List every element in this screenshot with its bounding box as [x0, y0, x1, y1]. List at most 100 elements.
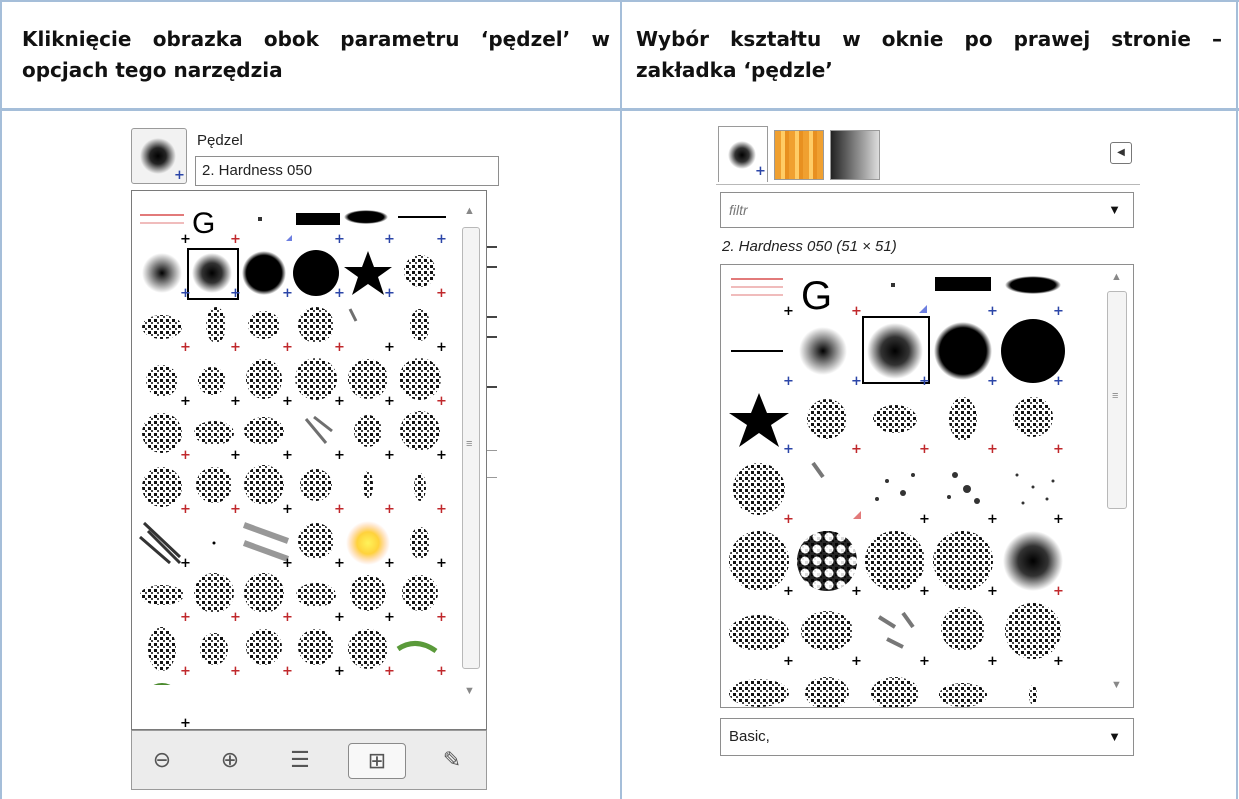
plus-icon: +: [282, 286, 293, 301]
plus-icon: +: [180, 286, 191, 301]
plus-icon: +: [180, 610, 191, 625]
brush-markers: + + + + + + + + + + + + + + + + + + + + …: [136, 205, 456, 730]
header-right: Wybór kształtu w oknie po prawej stronie…: [636, 27, 1222, 82]
underlying-window-edge: [487, 190, 499, 730]
plus-icon: +: [180, 502, 191, 517]
plus-icon: +: [180, 394, 191, 409]
table-center-border: [620, 0, 622, 799]
scrollbar-thumb[interactable]: ≡: [1107, 291, 1127, 509]
filter-placeholder: filtr: [729, 202, 748, 218]
plus-icon: +: [334, 394, 345, 409]
plus-icon: +: [1053, 584, 1064, 599]
plus-icon: +: [180, 448, 191, 463]
plus-icon: +: [180, 556, 191, 571]
right-screenshot: + ◀ filtr ▼ 2. Hardness 050 (51 × 51) G: [716, 126, 1140, 766]
dock-tab-bar: + ◀: [716, 126, 1140, 185]
plus-icon: +: [783, 512, 794, 527]
plus-icon: +: [1053, 442, 1064, 457]
plus-icon: +: [282, 502, 293, 517]
brushes-scrollbar[interactable]: ▲ ≡ ▼: [1103, 269, 1129, 703]
brush-name-field[interactable]: 2. Hardness 050: [195, 156, 499, 186]
brush-popup-scrollbar[interactable]: ▲ ≡ ▼: [458, 201, 482, 701]
dock-menu-icon[interactable]: ◀: [1110, 142, 1132, 164]
plus-icon: +: [282, 394, 293, 409]
zoom-in-icon[interactable]: ⊕: [210, 743, 250, 777]
plus-icon: +: [1053, 512, 1064, 527]
zoom-out-icon[interactable]: ⊖: [142, 743, 182, 777]
plus-icon: +: [436, 232, 447, 247]
plus-icon: +: [436, 394, 447, 409]
plus-icon: +: [334, 448, 345, 463]
brushes-tab[interactable]: +: [718, 126, 768, 182]
plus-icon: +: [436, 502, 447, 517]
plus-icon: +: [282, 448, 293, 463]
plus-icon: +: [230, 286, 241, 301]
brush-thumbnail-button[interactable]: +: [131, 128, 187, 184]
plus-icon: +: [919, 584, 930, 599]
plus-icon: +: [230, 394, 241, 409]
list-view-icon[interactable]: ☰: [280, 743, 320, 777]
plus-icon: +: [436, 610, 447, 625]
plus-icon: +: [230, 340, 241, 355]
brush-markers: + + + + + + + + + + + + + + + + + + + + …: [727, 267, 1097, 707]
patterns-tab[interactable]: [774, 130, 824, 180]
plus-icon: +: [987, 374, 998, 389]
plus-icon: +: [1053, 654, 1064, 669]
plus-icon: +: [783, 654, 794, 669]
plus-icon: +: [180, 232, 191, 247]
scrollbar-thumb[interactable]: ≡: [462, 227, 480, 669]
plus-icon: +: [384, 286, 395, 301]
plus-icon: +: [755, 164, 766, 179]
table-right-border: [1236, 0, 1238, 799]
plus-icon: +: [851, 442, 862, 457]
brushes-grid: G + + + + + + + + + + + + + + + + + + + …: [720, 264, 1134, 708]
edit-brush-icon[interactable]: ✎: [432, 743, 472, 777]
scroll-up-icon[interactable]: ▲: [1111, 271, 1122, 283]
grid-view-icon[interactable]: ⊞: [348, 743, 406, 779]
plus-icon: +: [919, 374, 930, 389]
plus-icon: +: [282, 664, 293, 679]
scroll-up-icon[interactable]: ▲: [464, 205, 475, 217]
dropdown-arrow-icon[interactable]: ▼: [1108, 193, 1121, 227]
plus-icon: +: [384, 556, 395, 571]
plus-icon: +: [384, 394, 395, 409]
plus-icon: +: [851, 374, 862, 389]
plus-icon: +: [334, 610, 345, 625]
plus-icon: +: [334, 286, 345, 301]
plus-icon: +: [334, 232, 345, 247]
gradients-tab[interactable]: [830, 130, 880, 180]
plus-icon: +: [987, 512, 998, 527]
plus-icon: +: [230, 448, 241, 463]
filter-input[interactable]: filtr ▼: [720, 192, 1134, 228]
plus-icon: +: [919, 442, 930, 457]
plus-icon: +: [384, 340, 395, 355]
plus-icon: +: [436, 286, 447, 301]
selected-brush-name: 2. Hardness 050 (51 × 51): [722, 238, 897, 255]
plus-icon: +: [230, 610, 241, 625]
plus-icon: +: [1053, 374, 1064, 389]
plus-icon: +: [174, 168, 185, 183]
plus-icon: +: [282, 610, 293, 625]
plus-icon: +: [919, 654, 930, 669]
plus-icon: +: [851, 654, 862, 669]
left-screenshot: + Pędzel 2. Hardness 050 G + + + + + + +…: [131, 128, 499, 791]
plus-icon: +: [180, 664, 191, 679]
plus-icon: +: [282, 556, 293, 571]
scroll-down-icon[interactable]: ▼: [464, 685, 475, 697]
plus-icon: +: [987, 654, 998, 669]
scroll-down-icon[interactable]: ▼: [1111, 679, 1122, 691]
plus-icon: +: [987, 442, 998, 457]
plus-icon: +: [384, 448, 395, 463]
plus-icon: +: [384, 610, 395, 625]
plus-icon: +: [436, 556, 447, 571]
dropdown-arrow-icon[interactable]: ▼: [1108, 719, 1121, 755]
brush-popup: G + + + + + + + + + + + + + + + + + + + …: [131, 190, 487, 730]
plus-icon: +: [230, 232, 241, 247]
grip-icon: ≡: [466, 438, 473, 450]
plus-icon: +: [436, 664, 447, 679]
plus-icon: +: [282, 340, 293, 355]
plus-icon: +: [384, 664, 395, 679]
plus-icon: +: [783, 374, 794, 389]
tag-selector[interactable]: Basic, ▼: [720, 718, 1134, 756]
plus-icon: +: [334, 556, 345, 571]
